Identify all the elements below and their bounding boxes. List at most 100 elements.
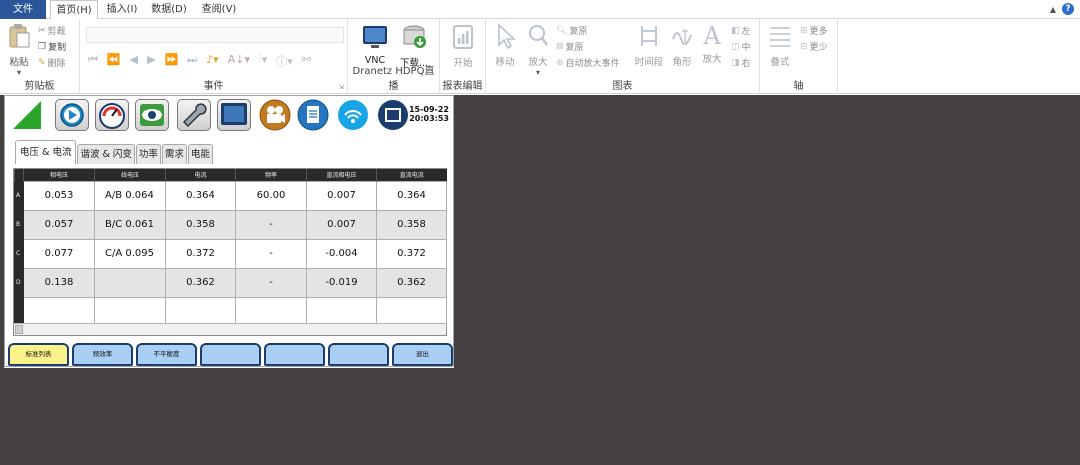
row-label: A: [14, 180, 24, 211]
time-text: 20:03:53: [409, 114, 449, 123]
events-dialog-launcher-icon[interactable]: ⇲: [338, 83, 344, 91]
first-event-icon[interactable]: ⏮: [88, 53, 98, 69]
zoom-button[interactable]: 放大 ▾: [524, 23, 552, 77]
play-button[interactable]: [55, 99, 89, 131]
empty-button-5[interactable]: [264, 343, 325, 366]
tab-power[interactable]: 功率: [135, 144, 161, 164]
group-chart: 移动 放大 ▾ 🔍︎ 复原 ⊠ 复原 ⊕ 自动放大事件 时间段 角形 A 放大 …: [486, 19, 760, 94]
row-label: B: [14, 209, 24, 240]
unbalance-button[interactable]: 不平衡度: [136, 343, 197, 366]
start-report-button[interactable]: 开始: [448, 24, 478, 69]
angle-button[interactable]: 角形: [668, 23, 696, 68]
row-label: C: [14, 238, 24, 269]
delete-button[interactable]: ✎ 删除: [38, 56, 66, 70]
table-cell: [94, 267, 166, 298]
align-center-button[interactable]: ◫ 中: [731, 40, 751, 54]
exit-button[interactable]: 退出: [392, 343, 453, 366]
binoculars-icon[interactable]: ⚯: [302, 53, 311, 69]
dranetz-group-label: Dranetz HDPQ直播: [352, 66, 435, 92]
paste-dropdown-icon[interactable]: ▾: [6, 68, 32, 77]
auto-zoom-event-button[interactable]: ⊕ 自动放大事件: [556, 56, 620, 70]
table-cell: 0.362: [165, 267, 236, 298]
prev-event-icon[interactable]: ◀: [130, 53, 138, 69]
vnc-button[interactable]: VNC: [360, 24, 390, 66]
view-button[interactable]: [135, 99, 169, 131]
wifi-icon[interactable]: [337, 99, 369, 131]
tools-button[interactable]: [177, 99, 211, 131]
camera-icon[interactable]: [259, 99, 291, 131]
column-header: 线电压: [94, 169, 166, 181]
restore-button-1[interactable]: 🔍︎ 复原: [556, 24, 587, 38]
document-icon[interactable]: [297, 99, 329, 131]
align-center-label: 中: [741, 43, 751, 53]
table-cell: 0.077: [23, 238, 95, 269]
table-cell: 0.372: [376, 238, 447, 269]
menu-bar: 文件 首页(H) 插入(I) 数据(D) 查阅(V) ▲ ?: [0, 0, 1080, 20]
enlarge-font-button[interactable]: A 放大: [698, 23, 726, 65]
start-label: 开始: [453, 58, 473, 69]
next-page-icon[interactable]: ⏩: [165, 53, 179, 69]
stack-button[interactable]: 叠式: [766, 23, 794, 68]
cut-button[interactable]: ✂ 剪裁: [38, 24, 66, 38]
display-button[interactable]: [217, 99, 251, 131]
next-event-icon[interactable]: ▶: [147, 53, 155, 69]
table-cell: -0.019: [306, 267, 377, 298]
tab-harmonics-flicker[interactable]: 谐波 & 闪变: [77, 144, 135, 164]
scrollbar-thumb[interactable]: [15, 325, 23, 334]
group-events: ⏮ ⏪ ◀ ▶ ⏩ ⏭ ♪▾ A↓▾ ⫶▾ ⓘ▾ ⚯ 事件 ⇲: [80, 19, 348, 94]
sort-icon[interactable]: A↓▾: [228, 53, 250, 69]
less-label: 更少: [809, 43, 828, 53]
menu-tab-home[interactable]: 首页(H): [50, 0, 98, 20]
menu-tab-insert[interactable]: 插入(I): [102, 0, 142, 19]
event-search-box[interactable]: [86, 27, 344, 43]
copy-icon: ❐: [38, 41, 47, 52]
download-icon: [403, 25, 426, 48]
group-dranetz: VNC 下载... Dranetz HDPQ直播: [348, 19, 440, 94]
zoom-dropdown-icon[interactable]: ▾: [524, 68, 552, 77]
menu-file[interactable]: 文件: [0, 0, 46, 19]
time-segment-button[interactable]: 时间段: [632, 23, 666, 68]
menu-tab-view[interactable]: 查阅(V): [198, 0, 240, 19]
table-horizontal-scrollbar[interactable]: [14, 323, 446, 335]
paste-button[interactable]: 粘贴 ▾: [6, 23, 32, 77]
filter-icon[interactable]: ⫶▾: [259, 53, 267, 69]
column-header: 频率: [235, 169, 307, 181]
last-event-icon[interactable]: ⏭: [187, 53, 197, 69]
window-icon[interactable]: [377, 99, 409, 131]
empty-button-6[interactable]: [328, 343, 389, 366]
axis-group-label: 轴: [793, 81, 804, 92]
tab-energy[interactable]: 电能: [187, 144, 213, 164]
tab-demand[interactable]: 需求: [161, 144, 187, 164]
empty-button-4[interactable]: [200, 343, 261, 366]
more-button[interactable]: ⊞ 更多: [800, 24, 828, 38]
paste-label: 粘贴: [9, 57, 29, 68]
collapse-ribbon-icon[interactable]: ▲: [1050, 5, 1056, 14]
table-cell: [165, 296, 236, 327]
less-button[interactable]: ⊟ 更少: [800, 40, 828, 54]
table-cell: -: [235, 267, 307, 298]
restore-button-2[interactable]: ⊠ 复原: [556, 40, 584, 54]
info-icon[interactable]: ⓘ▾: [276, 53, 293, 69]
event-nav-controls: ⏮ ⏪ ◀ ▶ ⏩ ⏭ ♪▾ A↓▾ ⫶▾ ⓘ▾ ⚯: [88, 53, 311, 69]
menu-tab-data[interactable]: 数据(D): [148, 0, 190, 19]
prev-page-icon[interactable]: ⏪: [107, 53, 121, 69]
gauge-button[interactable]: [95, 99, 129, 131]
table-cell: -: [235, 238, 307, 269]
frequency-button[interactable]: 频效率: [72, 343, 133, 366]
tab-voltage-current[interactable]: 电压 & 电流: [15, 140, 77, 164]
column-header: 直流相电压: [306, 169, 377, 181]
table-row: D 0.138 0.362 - -0.019 0.362: [14, 267, 447, 298]
music-note-icon[interactable]: ♪▾: [206, 53, 219, 69]
copy-label: 复制: [48, 43, 67, 53]
align-left-button[interactable]: ◧ 左: [731, 24, 751, 38]
events-group-label: 事件: [203, 81, 224, 92]
group-axis: 叠式 ⊞ 更多 ⊟ 更少 轴: [760, 19, 838, 94]
standard-list-button[interactable]: 标准列表: [8, 343, 69, 366]
table-row: C 0.077 C/A 0.095 0.372 - -0.004 0.372: [14, 238, 447, 269]
copy-button[interactable]: ❐ 复制: [38, 40, 67, 54]
move-button[interactable]: 移动: [492, 23, 518, 68]
cursor-icon: [498, 23, 517, 50]
table-cell: -: [235, 209, 307, 240]
help-icon[interactable]: ?: [1062, 3, 1074, 15]
align-right-button[interactable]: ◨ 右: [731, 56, 751, 70]
